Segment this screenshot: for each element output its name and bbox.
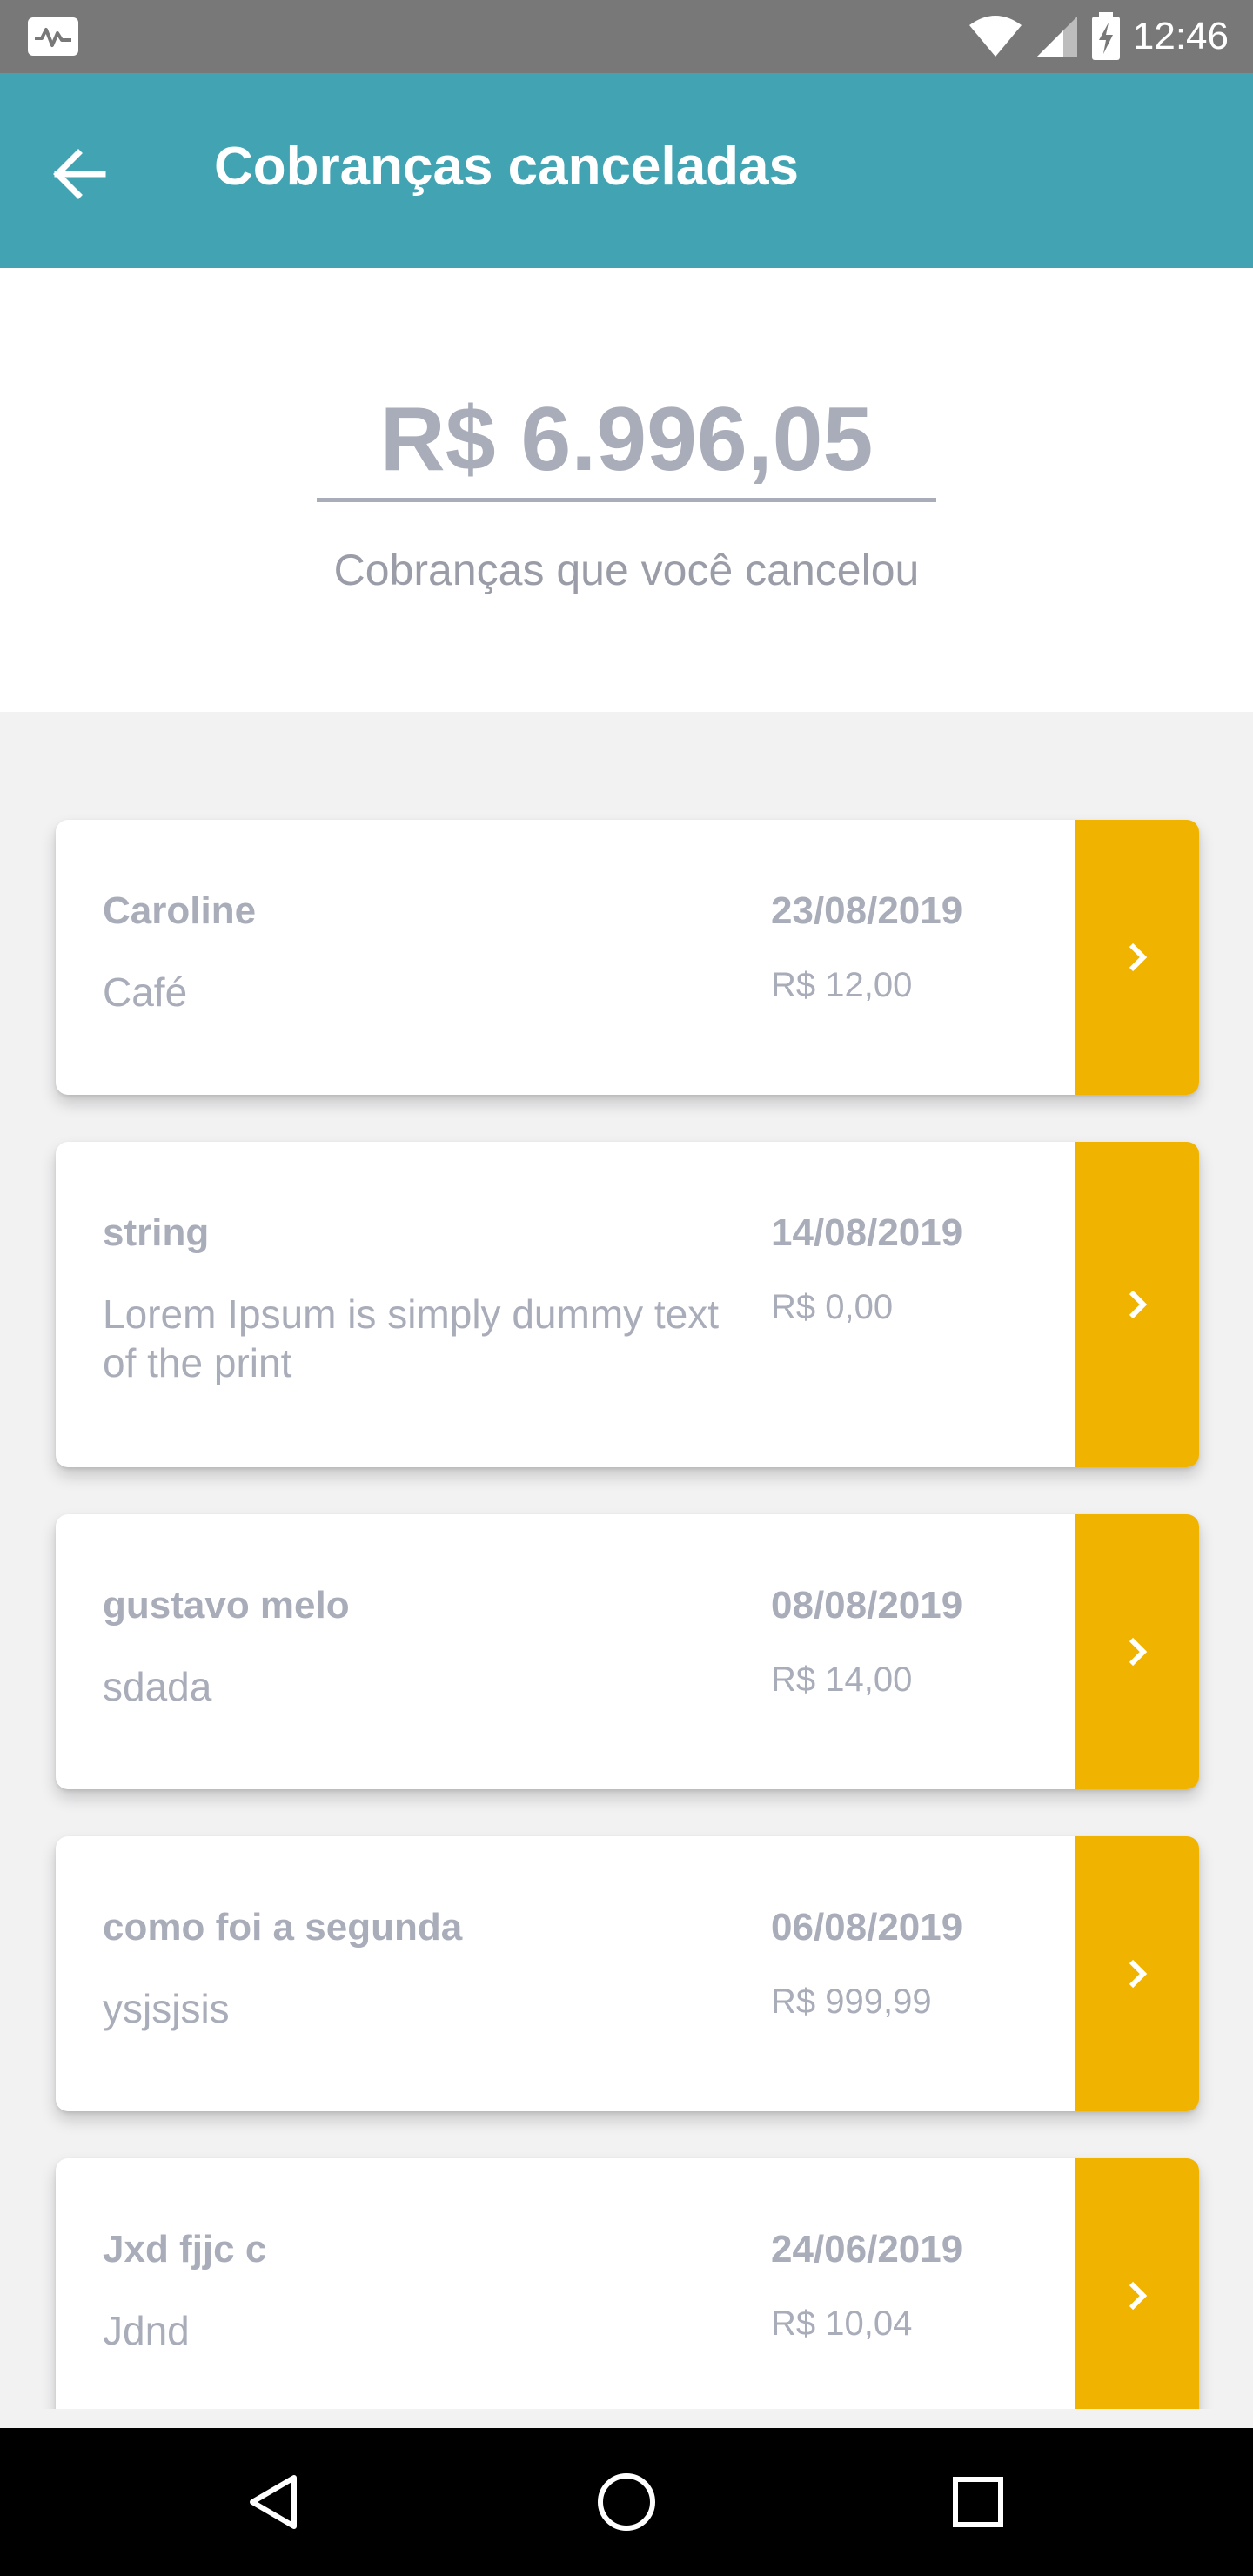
arrow-left-icon[interactable] bbox=[49, 143, 111, 205]
charge-name: Caroline bbox=[103, 889, 257, 932]
charge-description: ysjsjsis bbox=[103, 1986, 230, 2031]
status-time: 12:46 bbox=[1132, 15, 1229, 57]
charge-name: Jxd fjjc c bbox=[103, 2228, 267, 2271]
open-charge-button[interactable] bbox=[1075, 1142, 1199, 1467]
charge-name: como foi a segunda bbox=[103, 1906, 463, 1949]
charge-date: 08/08/2019 bbox=[771, 1584, 963, 1627]
charge-date: 23/08/2019 bbox=[771, 889, 963, 932]
charge-date: 14/08/2019 bbox=[771, 1211, 963, 1254]
activity-icon bbox=[28, 17, 78, 56]
charge-description: sdada bbox=[103, 1664, 212, 1709]
total-underline bbox=[317, 498, 936, 502]
chevron-right-icon bbox=[1129, 1637, 1148, 1667]
open-charge-button[interactable] bbox=[1075, 1514, 1199, 1789]
status-bar: 12:46 bbox=[0, 0, 1253, 73]
charge-description: Café bbox=[103, 969, 188, 1015]
open-charge-button[interactable] bbox=[1075, 1836, 1199, 2111]
chevron-right-icon bbox=[1129, 1959, 1148, 1989]
charge-amount: R$ 12,00 bbox=[771, 966, 913, 1004]
summary-panel: R$ 6.996,05 Cobranças que você cancelou bbox=[0, 268, 1253, 712]
system-nav-bar bbox=[0, 2428, 1253, 2576]
charge-card[interactable]: gustavo melo sdada 08/08/2019 R$ 14,00 bbox=[56, 1514, 1199, 1789]
charge-card[interactable]: Caroline Café 23/08/2019 R$ 12,00 bbox=[56, 820, 1199, 1095]
charge-name: gustavo melo bbox=[103, 1584, 350, 1627]
charge-description: Lorem Ipsum is simply dummy text of the … bbox=[103, 1291, 720, 1385]
charge-date: 06/08/2019 bbox=[771, 1906, 963, 1949]
recents-square-icon[interactable] bbox=[943, 2467, 1013, 2537]
home-circle-icon[interactable] bbox=[592, 2467, 661, 2537]
charge-name: string bbox=[103, 1211, 210, 1254]
open-charge-button[interactable] bbox=[1075, 820, 1199, 1095]
wifi-icon bbox=[968, 16, 1022, 57]
charge-amount: R$ 14,00 bbox=[771, 1660, 913, 1699]
chevron-right-icon bbox=[1129, 943, 1148, 972]
charge-card[interactable]: string Lorem Ipsum is simply dummy text … bbox=[56, 1142, 1199, 1467]
chevron-right-icon bbox=[1129, 2281, 1148, 2311]
chevron-right-icon bbox=[1129, 1290, 1148, 1319]
charges-list: Caroline Café 23/08/2019 R$ 12,00 string… bbox=[0, 712, 1253, 2409]
open-charge-button[interactable] bbox=[1075, 2158, 1199, 2409]
total-amount: R$ 6.996,05 bbox=[379, 389, 874, 490]
charge-description: Jdnd bbox=[103, 2308, 190, 2353]
charge-date: 24/06/2019 bbox=[771, 2228, 963, 2271]
app-bar: Cobranças canceladas bbox=[0, 73, 1253, 268]
charge-amount: R$ 999,99 bbox=[771, 1982, 932, 2021]
charge-amount: R$ 0,00 bbox=[771, 1288, 894, 1326]
total-caption: Cobranças que você cancelou bbox=[333, 546, 920, 594]
charge-card[interactable]: Jxd fjjc c Jdnd 24/06/2019 R$ 10,04 bbox=[56, 2158, 1199, 2409]
charge-amount: R$ 10,04 bbox=[771, 2304, 913, 2343]
charge-card[interactable]: como foi a segunda ysjsjsis 06/08/2019 R… bbox=[56, 1836, 1199, 2111]
battery-charging-icon bbox=[1091, 12, 1120, 60]
signal-icon bbox=[1036, 17, 1077, 57]
back-triangle-icon[interactable] bbox=[240, 2467, 310, 2537]
page-title: Cobranças canceladas bbox=[214, 137, 800, 197]
